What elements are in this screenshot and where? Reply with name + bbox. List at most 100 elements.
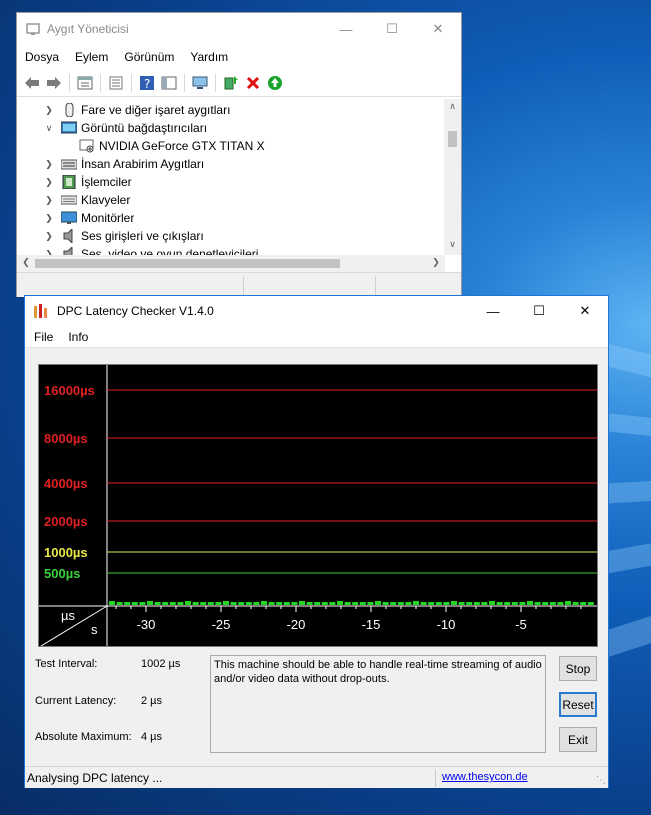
y-unit-label: µs xyxy=(61,608,75,623)
latency-bar xyxy=(375,601,381,605)
chevron-right-icon[interactable]: ❯ xyxy=(43,195,55,206)
tree-item-gpu[interactable]: NVIDIA GeForce GTX TITAN X xyxy=(77,137,445,155)
horizontal-scrollbar[interactable]: ❮ ❯ xyxy=(17,255,445,272)
latency-bar xyxy=(420,602,427,605)
chevron-right-icon[interactable]: ❯ xyxy=(43,177,55,188)
tree-item[interactable]: ❯ İşlemciler xyxy=(43,173,445,191)
device-manager-titlebar[interactable]: Aygıt Yöneticisi — ☐ ✕ xyxy=(17,13,461,45)
latency-bar xyxy=(397,602,404,605)
latency-bar xyxy=(382,602,389,605)
chevron-right-icon[interactable]: ❯ xyxy=(43,213,55,224)
latency-bar xyxy=(124,602,131,605)
chevron-right-icon[interactable]: ❯ xyxy=(43,159,55,170)
dpc-titlebar[interactable]: DPC Latency Checker V1.4.0 — ☐ ✕ xyxy=(25,296,608,326)
menu-gorunum[interactable]: Görünüm xyxy=(116,50,182,64)
close-button[interactable]: ✕ xyxy=(562,296,608,326)
keyboard-icon xyxy=(61,195,77,205)
display-adapter-icon xyxy=(61,121,77,134)
latency-bar xyxy=(572,602,579,605)
scroll-left-icon[interactable]: ❮ xyxy=(19,257,33,270)
latency-bar xyxy=(451,601,457,605)
y-level-label: 500µs xyxy=(44,566,80,581)
latency-bar xyxy=(527,601,533,605)
chevron-right-icon[interactable]: ❯ xyxy=(43,231,55,242)
y-level-label: 1000µs xyxy=(44,545,88,560)
vertical-scrollbar[interactable]: ∧ ∨ xyxy=(444,99,461,255)
maximize-button[interactable]: ☐ xyxy=(369,13,415,45)
scroll-thumb[interactable] xyxy=(448,131,457,147)
scroll-right-icon[interactable]: ❯ xyxy=(429,257,443,270)
minimize-button[interactable]: — xyxy=(323,13,369,45)
properties-list-icon[interactable] xyxy=(74,72,96,94)
chevron-down-icon[interactable]: ∨ xyxy=(43,123,55,134)
latency-bar xyxy=(162,602,169,605)
tree-item[interactable]: ❯ Klavyeler xyxy=(43,191,445,209)
latency-bar xyxy=(443,602,450,605)
mouse-icon xyxy=(65,103,74,117)
latency-bar xyxy=(230,602,237,605)
stop-button[interactable]: Stop xyxy=(559,656,597,681)
latency-bar xyxy=(344,602,351,605)
latency-bar xyxy=(261,601,267,605)
menu-info[interactable]: Info xyxy=(59,330,94,344)
gpu-device-icon xyxy=(79,139,94,153)
status-text: Analysing DPC latency ... xyxy=(27,771,163,785)
latency-bar xyxy=(314,602,321,605)
latency-bar xyxy=(238,602,245,605)
forward-arrow-icon[interactable] xyxy=(43,72,65,94)
latency-bar xyxy=(299,601,305,605)
menu-dosya[interactable]: Dosya xyxy=(17,50,67,64)
y-level-label: 16000µs xyxy=(44,383,95,398)
tree-item[interactable]: ❯ İnsan Arabirim Aygıtları xyxy=(43,155,445,173)
tree-item[interactable]: ∨ Görüntü bağdaştırıcıları xyxy=(43,119,445,137)
latency-bar xyxy=(413,601,419,605)
tree-item[interactable]: ❯ Ses girişleri ve çıkışları xyxy=(43,227,445,245)
help-icon[interactable]: ? xyxy=(136,72,158,94)
latency-bar xyxy=(215,602,222,605)
latency-bar xyxy=(473,602,480,605)
scroll-down-icon[interactable]: ∨ xyxy=(444,239,461,253)
status-bar xyxy=(17,272,461,297)
enable-device-icon[interactable] xyxy=(264,72,286,94)
window-title: DPC Latency Checker V1.4.0 xyxy=(57,304,214,318)
maximize-button[interactable]: ☐ xyxy=(516,296,562,326)
document-icon[interactable] xyxy=(105,72,127,94)
back-arrow-icon[interactable] xyxy=(21,72,43,94)
latency-bar xyxy=(580,602,587,605)
dpc-latency-window: DPC Latency Checker V1.4.0 — ☐ ✕ File In… xyxy=(24,295,609,788)
menu-eylem[interactable]: Eylem xyxy=(67,50,116,64)
exit-button[interactable]: Exit xyxy=(559,727,597,752)
resize-grip-icon[interactable]: ⋱ xyxy=(596,775,606,786)
result-message: This machine should be able to handle re… xyxy=(210,655,546,753)
update-driver-icon[interactable] xyxy=(220,72,242,94)
chevron-right-icon[interactable]: ❯ xyxy=(43,105,55,116)
tree-item[interactable]: ❯ Ses, video ve oyun denetleyicileri xyxy=(43,245,445,255)
latency-bar xyxy=(337,601,343,605)
menu-yardim[interactable]: Yardım xyxy=(182,50,236,64)
svg-text:?: ? xyxy=(144,77,150,91)
thesycon-link[interactable]: www.thesycon.de xyxy=(442,771,528,783)
latency-bar xyxy=(268,602,275,605)
reset-button[interactable]: Reset xyxy=(559,692,597,717)
latency-bar xyxy=(428,602,435,605)
latency-bar xyxy=(321,602,328,605)
scan-hardware-icon[interactable] xyxy=(189,72,211,94)
latency-bar xyxy=(367,602,374,605)
scroll-thumb[interactable] xyxy=(35,259,340,268)
view-pane-icon[interactable] xyxy=(158,72,180,94)
tree-item[interactable]: ❯ Monitörler xyxy=(43,209,445,227)
tree-item[interactable]: ❯ Fare ve diğer işaret aygıtları xyxy=(43,101,445,119)
latency-bar xyxy=(587,602,594,605)
latency-bar xyxy=(534,602,541,605)
scroll-up-icon[interactable]: ∧ xyxy=(444,101,461,115)
y-level-label: 2000µs xyxy=(44,514,88,529)
menu-file[interactable]: File xyxy=(25,330,59,344)
latency-bar xyxy=(169,602,176,605)
latency-bar xyxy=(466,602,473,605)
uninstall-x-icon[interactable] xyxy=(242,72,264,94)
device-tree: ❯ Fare ve diğer işaret aygıtları ∨ Görün… xyxy=(17,99,445,255)
minimize-button[interactable]: — xyxy=(470,296,516,326)
latency-bar xyxy=(223,601,229,605)
latency-bar xyxy=(116,602,123,605)
close-button[interactable]: ✕ xyxy=(415,13,461,45)
